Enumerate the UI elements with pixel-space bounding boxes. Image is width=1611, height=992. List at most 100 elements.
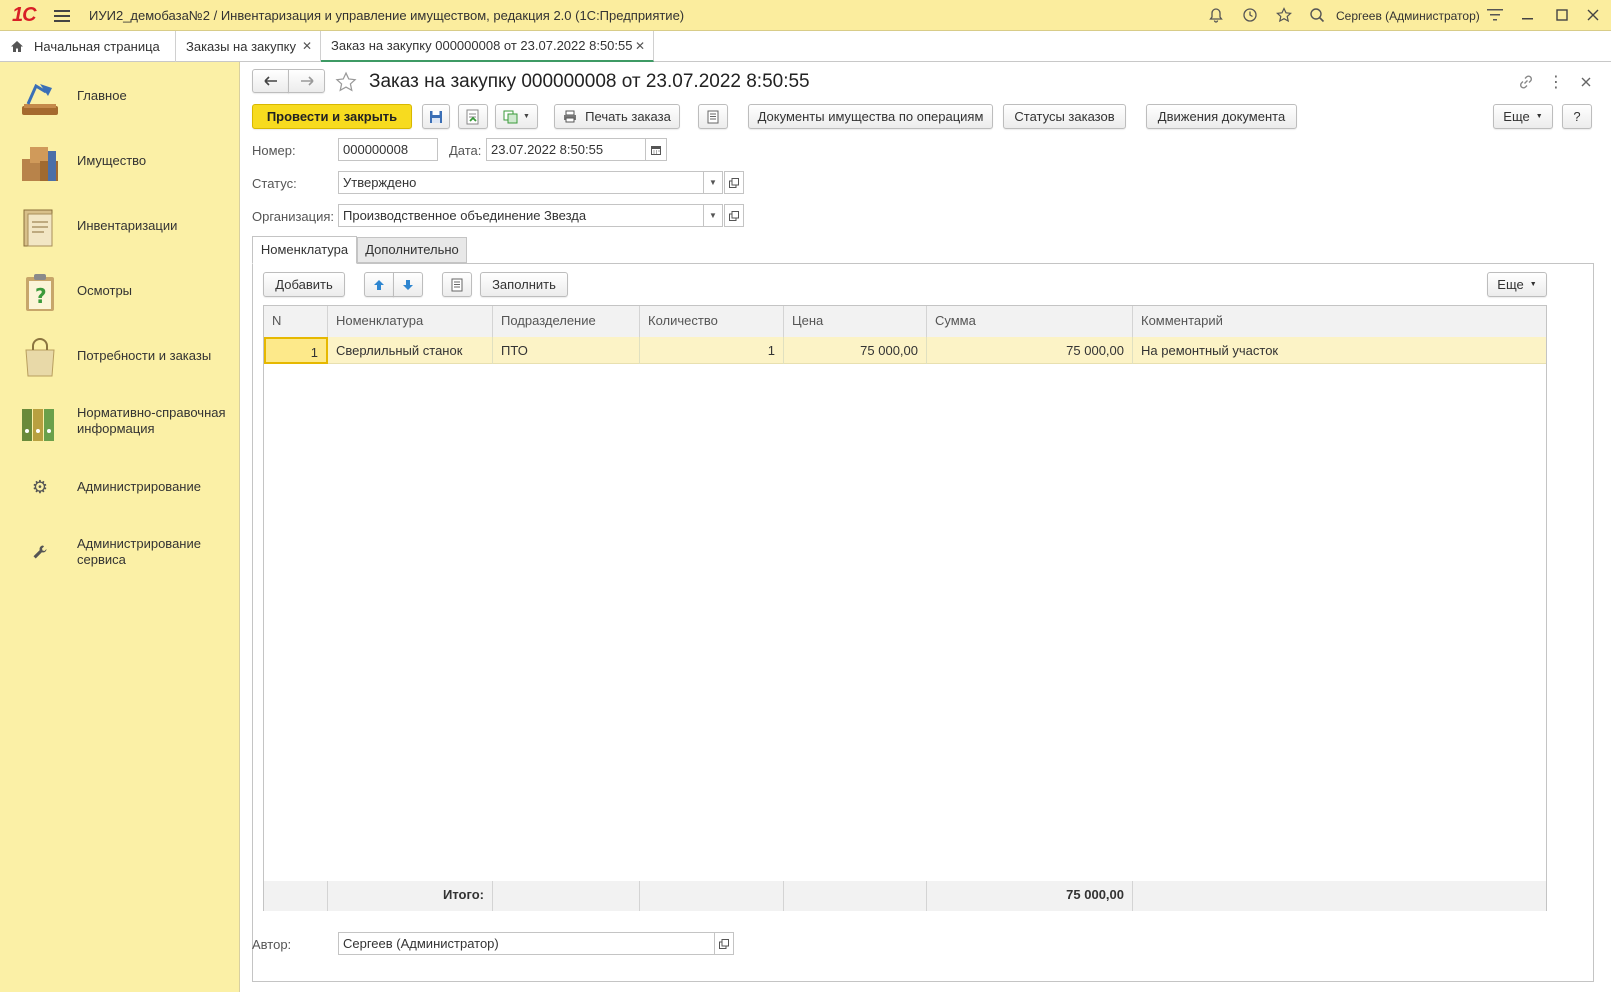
move-up-button[interactable] <box>364 272 394 297</box>
tab-home[interactable]: Начальная страница <box>0 31 176 62</box>
print-order-button[interactable]: Печать заказа <box>554 104 680 129</box>
column-header-sum[interactable]: Сумма <box>927 306 1133 337</box>
total-sum: 75 000,00 <box>927 881 1133 911</box>
report-button[interactable] <box>698 104 728 129</box>
column-header-comment[interactable]: Комментарий <box>1133 306 1546 337</box>
document-form: Заказ на закупку 000000008 от 23.07.2022… <box>240 62 1611 992</box>
more-actions-button[interactable]: Еще ▼ <box>1493 104 1553 129</box>
more-vertical-icon[interactable]: ⋮ <box>1546 72 1566 92</box>
column-header-department[interactable]: Подразделение <box>493 306 640 337</box>
status-label: Статус: <box>252 176 297 191</box>
link-icon[interactable] <box>1516 72 1536 92</box>
sidebar-item-needs-orders[interactable]: Потребности и заказы <box>0 328 240 384</box>
search-icon[interactable] <box>1307 5 1327 25</box>
sidebar-item-label: Инвентаризации <box>77 218 178 233</box>
home-icon <box>10 40 24 53</box>
table-more-label: Еще <box>1497 277 1524 292</box>
tab-purchase-orders[interactable]: Заказы на закупку ✕ <box>176 31 321 62</box>
organization-dropdown-button[interactable]: ▼ <box>703 204 723 227</box>
author-label: Автор: <box>252 937 292 952</box>
printer-icon <box>564 110 577 123</box>
binders-icon <box>18 401 62 445</box>
create-based-on-button[interactable]: ▼ <box>495 104 538 129</box>
page-title: Заказ на закупку 000000008 от 23.07.2022… <box>369 71 810 92</box>
column-header-price[interactable]: Цена <box>784 306 927 337</box>
sidebar-item-inspections[interactable]: ? Осмотры <box>0 263 240 319</box>
sidebar-item-label: Нормативно-справочная информация <box>77 405 226 437</box>
history-icon[interactable] <box>1240 5 1260 25</box>
status-dropdown-button[interactable]: ▼ <box>703 171 723 194</box>
order-statuses-button[interactable]: Статусы заказов <box>1003 104 1126 129</box>
open-in-window-icon <box>729 210 739 221</box>
calendar-icon <box>651 145 661 155</box>
sidebar-item-property[interactable]: Имущество <box>0 133 240 189</box>
sidebar-item-administration[interactable]: ⚙ Администрирование <box>0 459 240 515</box>
create-based-on-icon <box>503 110 518 123</box>
move-down-button[interactable] <box>393 272 423 297</box>
help-button[interactable]: ? <box>1562 104 1592 129</box>
property-documents-button[interactable]: Документы имущества по операциям <box>748 104 993 129</box>
post-button[interactable] <box>458 104 488 129</box>
sidebar-item-label: Администрирование <box>77 479 201 494</box>
bell-icon[interactable] <box>1206 5 1226 25</box>
calendar-button[interactable] <box>645 138 667 161</box>
tab-additional[interactable]: Дополнительно <box>357 237 467 263</box>
cell-item[interactable]: Сверлильный станок <box>328 337 493 364</box>
gear-icon: ⚙ <box>31 476 49 497</box>
date-field[interactable]: 23.07.2022 8:50:55 <box>486 138 646 161</box>
total-label: Итого: <box>328 881 493 911</box>
menu-icon[interactable] <box>52 6 72 26</box>
sidebar-item-reference-info[interactable]: Нормативно-справочная информация <box>0 393 240 449</box>
organization-open-button[interactable] <box>724 204 744 227</box>
minimize-icon[interactable] <box>1518 5 1538 25</box>
cell-quantity[interactable]: 1 <box>640 337 784 364</box>
back-button[interactable] <box>252 69 289 93</box>
floppy-disk-icon <box>430 110 442 123</box>
open-tabs-bar: Начальная страница Заказы на закупку ✕ З… <box>0 31 1611 62</box>
sidebar-item-label-line2: информация <box>77 421 155 436</box>
sidebar-item-label: Администрирование сервиса <box>77 536 201 568</box>
maximize-icon[interactable] <box>1552 5 1572 25</box>
column-header-item[interactable]: Номенклатура <box>328 306 493 337</box>
column-header-quantity[interactable]: Количество <box>640 306 784 337</box>
close-window-icon[interactable] <box>1583 5 1603 25</box>
cell-sum[interactable]: 75 000,00 <box>927 337 1133 364</box>
current-user[interactable]: Сергеев (Администратор) <box>1336 9 1480 23</box>
cell-comment[interactable]: На ремонтный участок <box>1133 337 1546 364</box>
table-more-button[interactable]: Еще ▼ <box>1487 272 1547 297</box>
tab-nomenclature[interactable]: Номенклатура <box>252 236 357 264</box>
favorite-star-icon[interactable] <box>334 70 358 94</box>
footer-cell-department <box>493 881 640 911</box>
status-field[interactable]: Утверждено <box>338 171 704 194</box>
column-header-n[interactable]: N <box>264 306 328 337</box>
post-and-close-button[interactable]: Провести и закрыть <box>252 104 412 129</box>
number-field[interactable]: 000000008 <box>338 138 438 161</box>
tab-purchase-order-document[interactable]: Заказ на закупку 000000008 от 23.07.2022… <box>321 31 654 62</box>
cell-price[interactable]: 75 000,00 <box>784 337 927 364</box>
status-open-button[interactable] <box>724 171 744 194</box>
sidebar-item-main[interactable]: Главное <box>0 68 240 124</box>
close-tab-icon[interactable]: ✕ <box>635 39 645 53</box>
save-button[interactable] <box>422 104 450 129</box>
organization-field[interactable]: Производственное объединение Звезда <box>338 204 704 227</box>
author-open-button[interactable] <box>714 932 734 955</box>
post-document-icon <box>466 109 479 124</box>
add-row-button[interactable]: Добавить <box>263 272 345 297</box>
footer-cell-quantity <box>640 881 784 911</box>
cell-department[interactable]: ПТО <box>493 337 640 364</box>
forward-button[interactable] <box>288 69 325 93</box>
settings-filter-icon[interactable] <box>1485 5 1505 25</box>
author-field[interactable]: Сергеев (Администратор) <box>338 932 715 955</box>
document-movements-button[interactable]: Движения документа <box>1146 104 1297 129</box>
organization-label: Организация: <box>252 209 335 224</box>
fill-button[interactable]: Заполнить <box>480 272 568 297</box>
sidebar-item-inventories[interactable]: Инвентаризации <box>0 198 240 254</box>
close-tab-icon[interactable]: ✕ <box>302 39 312 53</box>
open-in-window-icon <box>719 938 729 949</box>
app-logo[interactable]: 1С <box>12 4 37 27</box>
favorites-star-icon[interactable] <box>1274 5 1294 25</box>
sidebar-item-service-administration[interactable]: Администрирование сервиса <box>0 524 240 580</box>
table-report-button[interactable] <box>442 272 472 297</box>
close-form-icon[interactable] <box>1576 72 1596 92</box>
cell-n[interactable]: 1 <box>264 337 328 364</box>
